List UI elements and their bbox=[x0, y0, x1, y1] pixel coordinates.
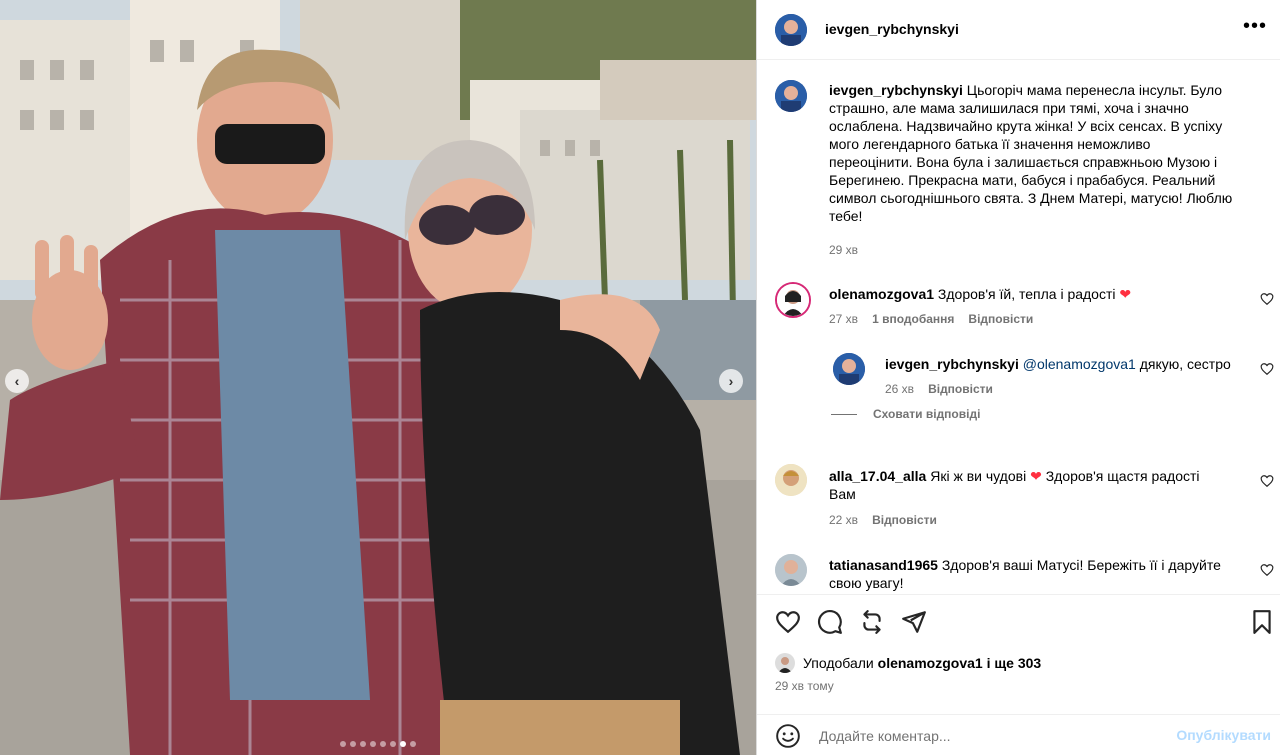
next-image-button[interactable]: › bbox=[719, 369, 743, 393]
hide-replies-toggle[interactable]: Сховати відповіді bbox=[831, 407, 980, 421]
caption-avatar[interactable] bbox=[775, 80, 807, 112]
reply-button[interactable]: Відповісти bbox=[872, 513, 937, 527]
publish-button[interactable]: Опублікувати bbox=[1176, 727, 1271, 743]
add-comment-bar: Опублікувати bbox=[757, 714, 1280, 756]
heart-icon[interactable] bbox=[1260, 474, 1274, 488]
more-icon[interactable]: ••• bbox=[1243, 16, 1267, 36]
bookmark-icon[interactable] bbox=[1249, 609, 1275, 635]
caption-username[interactable]: ievgen_rybchynskyi bbox=[829, 82, 963, 98]
prev-image-button[interactable]: ‹ bbox=[5, 369, 29, 393]
carousel-dot bbox=[360, 741, 366, 747]
liked-by: Уподобали olenamozgova1 і ще 303 bbox=[803, 655, 1041, 671]
reply-item: ievgen_rybchynskyi @olenamozgova1 дякую,… bbox=[885, 355, 1245, 373]
carousel-dot bbox=[350, 741, 356, 747]
comment-item: olenamozgova1 Здоров'я їй, тепла і радос… bbox=[829, 285, 1229, 303]
reply-username[interactable]: ievgen_rybchynskyi bbox=[885, 356, 1019, 372]
red-heart-emoji-icon: ❤ bbox=[1119, 286, 1132, 302]
comment-username[interactable]: alla_17.04_alla bbox=[829, 468, 926, 484]
comment-input[interactable] bbox=[817, 723, 1161, 749]
post-side-panel: ievgen_rybchynskyi ••• ievgen_rybchynsky… bbox=[756, 0, 1280, 755]
caption-meta: 29 хв bbox=[829, 243, 858, 257]
comment-text: Здоров'я їй, тепла і радості bbox=[937, 286, 1116, 302]
comment-item: alla_17.04_alla Які ж ви чудові ❤ Здоров… bbox=[829, 467, 1229, 503]
comment-meta: 22 хв Відповісти bbox=[829, 513, 937, 527]
carousel-dot bbox=[370, 741, 376, 747]
comment-icon[interactable] bbox=[817, 609, 843, 635]
liked-by-user[interactable]: olenamozgova1 bbox=[878, 655, 983, 671]
hide-replies-label: Сховати відповіді bbox=[873, 407, 981, 421]
comment-time[interactable]: 22 хв bbox=[829, 513, 858, 527]
reply-button[interactable]: Відповісти bbox=[928, 382, 993, 396]
caption-time[interactable]: 29 хв bbox=[829, 243, 858, 257]
comment-avatar[interactable] bbox=[775, 554, 807, 586]
author-username[interactable]: ievgen_rybchynskyi bbox=[825, 21, 959, 37]
liked-by-avatar[interactable] bbox=[775, 653, 795, 673]
reply-mention[interactable]: @olenamozgova1 bbox=[1023, 356, 1136, 372]
post-actions: Уподобали olenamozgova1 і ще 303 29 хв т… bbox=[757, 594, 1280, 755]
comment-avatar[interactable] bbox=[775, 282, 811, 318]
comment-username[interactable]: tatianasand1965 bbox=[829, 557, 938, 573]
post-time[interactable]: 29 хв тому bbox=[775, 679, 834, 693]
heart-icon[interactable] bbox=[1260, 362, 1274, 376]
comment-text: Які ж ви чудові bbox=[930, 468, 1027, 484]
comments-list: ievgen_rybchynskyi Цьогоріч мама перенес… bbox=[757, 60, 1280, 594]
share-icon[interactable] bbox=[901, 609, 927, 635]
carousel-dot bbox=[390, 741, 396, 747]
comment-time[interactable]: 27 хв bbox=[829, 312, 858, 326]
repost-icon[interactable] bbox=[859, 609, 885, 635]
comment-meta: 27 хв 1 вподобання Відповісти bbox=[829, 312, 1033, 326]
caption-text: Цьогоріч мама перенесла інсульт. Було ст… bbox=[829, 82, 1233, 224]
comment-likes[interactable]: 1 вподобання bbox=[872, 312, 954, 326]
carousel-indicator bbox=[0, 741, 756, 747]
emoji-icon[interactable] bbox=[775, 723, 801, 749]
comment-username[interactable]: olenamozgova1 bbox=[829, 286, 934, 302]
reply-avatar[interactable] bbox=[833, 353, 865, 385]
red-heart-emoji-icon: ❤ bbox=[1030, 468, 1042, 484]
photo-illustration bbox=[0, 0, 756, 755]
carousel-dot bbox=[340, 741, 346, 747]
hide-replies-line bbox=[831, 413, 857, 415]
carousel-dot-active bbox=[400, 741, 406, 747]
reply-text: дякую, сестро bbox=[1139, 356, 1231, 372]
reply-time[interactable]: 26 хв bbox=[885, 382, 914, 396]
liked-by-prefix: Уподобали bbox=[803, 655, 874, 671]
heart-icon[interactable] bbox=[1260, 563, 1274, 577]
reply-button[interactable]: Відповісти bbox=[968, 312, 1033, 326]
author-avatar[interactable] bbox=[775, 14, 807, 46]
heart-icon[interactable] bbox=[775, 609, 801, 635]
reply-meta: 26 хв Відповісти bbox=[885, 382, 993, 396]
heart-icon[interactable] bbox=[1260, 292, 1274, 306]
comment-item: tatianasand1965 Здоров'я ваші Матусі! Бе… bbox=[829, 556, 1229, 592]
carousel-dot bbox=[410, 741, 416, 747]
caption: ievgen_rybchynskyi Цьогоріч мама перенес… bbox=[829, 81, 1233, 225]
post-header: ievgen_rybchynskyi ••• bbox=[757, 0, 1280, 60]
post-photo[interactable]: ‹ › bbox=[0, 0, 756, 755]
carousel-dot bbox=[380, 741, 386, 747]
comment-avatar[interactable] bbox=[775, 464, 807, 496]
liked-by-count[interactable]: і ще 303 bbox=[987, 655, 1042, 671]
